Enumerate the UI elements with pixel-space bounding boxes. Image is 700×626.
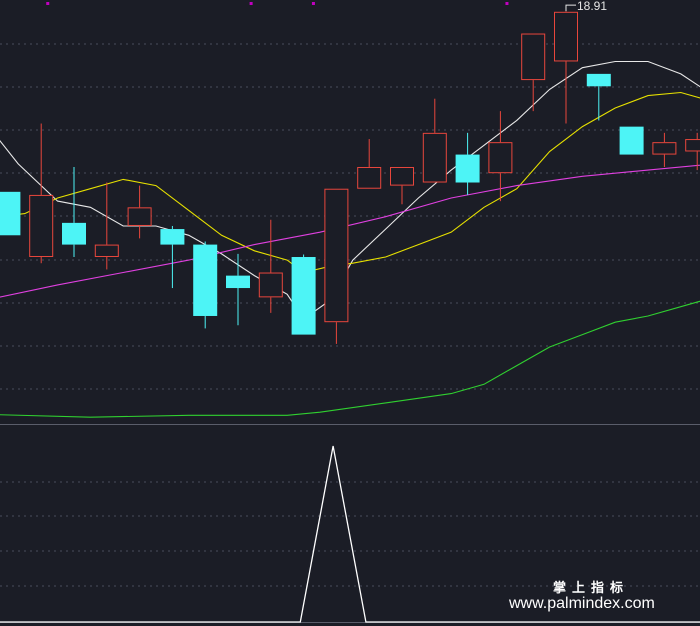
chart-stage: 18.91 掌上指标 www.palmindex.com (0, 0, 700, 626)
watermark-line2: www.palmindex.com (508, 595, 655, 612)
watermark: 掌上指标 www.palmindex.com (508, 580, 655, 612)
watermark-line1: 掌上指标 (553, 580, 629, 596)
